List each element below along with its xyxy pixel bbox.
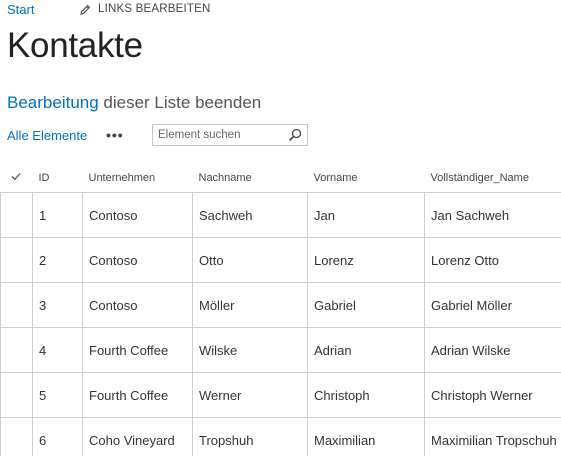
cell-id[interactable]: 1 <box>32 192 83 238</box>
column-header-vorname[interactable]: Vorname <box>307 163 425 193</box>
page: Start LINKS BEARBEITEN Kontakte Bearbeit… <box>0 0 561 456</box>
checkmark-icon <box>11 172 20 180</box>
pencil-icon <box>80 4 91 15</box>
cell-id[interactable]: 3 <box>32 282 83 328</box>
cell-id[interactable]: 2 <box>32 237 83 283</box>
cell-unternehmen[interactable]: Contoso <box>82 237 193 283</box>
cell-vollstaendiger-name[interactable]: Gabriel Möller <box>424 282 561 328</box>
cell-nachname[interactable]: Wilske <box>192 327 308 373</box>
column-header-id[interactable]: ID <box>32 163 83 193</box>
search-box <box>152 124 308 146</box>
table-row[interactable]: 5 Fourth Coffee Werner Christoph Christo… <box>0 372 561 418</box>
row-select-cell[interactable] <box>0 192 33 238</box>
row-select-cell[interactable] <box>0 327 33 373</box>
cell-vorname[interactable]: Gabriel <box>307 282 425 328</box>
search-icon[interactable] <box>288 128 302 142</box>
cell-nachname[interactable]: Tropshuh <box>192 417 308 456</box>
cell-vollstaendiger-name[interactable]: Jan Sachweh <box>424 192 561 238</box>
cell-id[interactable]: 6 <box>32 417 83 456</box>
cell-vorname[interactable]: Adrian <box>307 327 425 373</box>
cell-vollstaendiger-name[interactable]: Maximilian Tropschuh <box>424 417 561 456</box>
row-select-cell[interactable] <box>0 237 33 283</box>
cell-vollstaendiger-name[interactable]: Lorenz Otto <box>424 237 561 283</box>
column-header-unternehmen[interactable]: Unternehmen <box>82 163 193 193</box>
stop-editing-message: Bearbeitung dieser Liste beenden <box>7 93 261 113</box>
cell-nachname[interactable]: Werner <box>192 372 308 418</box>
table-row[interactable]: 3 Contoso Möller Gabriel Gabriel Möller <box>0 282 561 328</box>
breadcrumb-start-link[interactable]: Start <box>7 2 34 17</box>
row-select-cell[interactable] <box>0 417 33 456</box>
view-selector-all-items[interactable]: Alle Elemente <box>7 128 87 143</box>
table-header-row: ID Unternehmen Nachname Vorname Vollstän… <box>0 163 561 193</box>
cell-vollstaendiger-name[interactable]: Adrian Wilske <box>424 327 561 373</box>
column-header-nachname[interactable]: Nachname <box>192 163 308 193</box>
cell-nachname[interactable]: Möller <box>192 282 308 328</box>
cell-vollstaendiger-name[interactable]: Christoph Werner <box>424 372 561 418</box>
cell-vorname[interactable]: Lorenz <box>307 237 425 283</box>
page-title: Kontakte <box>7 26 143 65</box>
select-all-header[interactable] <box>0 163 33 193</box>
contacts-table: ID Unternehmen Nachname Vorname Vollstän… <box>0 163 561 456</box>
table-row[interactable]: 4 Fourth Coffee Wilske Adrian Adrian Wil… <box>0 327 561 373</box>
stop-editing-text: dieser Liste beenden <box>98 93 262 112</box>
cell-id[interactable]: 5 <box>32 372 83 418</box>
cell-vorname[interactable]: Jan <box>307 192 425 238</box>
edit-links-label: LINKS BEARBEITEN <box>98 3 211 15</box>
cell-unternehmen[interactable]: Fourth Coffee <box>82 372 193 418</box>
cell-unternehmen[interactable]: Contoso <box>82 282 193 328</box>
table-row[interactable]: 1 Contoso Sachweh Jan Jan Sachweh <box>0 192 561 238</box>
more-views-button[interactable]: ••• <box>106 127 124 143</box>
table-row[interactable]: 2 Contoso Otto Lorenz Lorenz Otto <box>0 237 561 283</box>
table-row[interactable]: 6 Coho Vineyard Tropshuh Maximilian Maxi… <box>0 417 561 456</box>
column-header-vollstaendiger-name[interactable]: Vollständiger_Name <box>424 163 561 193</box>
edit-links-button[interactable]: LINKS BEARBEITEN <box>80 3 210 15</box>
row-select-cell[interactable] <box>0 372 33 418</box>
cell-nachname[interactable]: Otto <box>192 237 308 283</box>
cell-unternehmen[interactable]: Contoso <box>82 192 193 238</box>
cell-vorname[interactable]: Maximilian <box>307 417 425 456</box>
cell-unternehmen[interactable]: Fourth Coffee <box>82 327 193 373</box>
cell-vorname[interactable]: Christoph <box>307 372 425 418</box>
row-select-cell[interactable] <box>0 282 33 328</box>
stop-editing-link[interactable]: Bearbeitung <box>7 93 99 112</box>
cell-unternehmen[interactable]: Coho Vineyard <box>82 417 193 456</box>
cell-id[interactable]: 4 <box>32 327 83 373</box>
cell-nachname[interactable]: Sachweh <box>192 192 308 238</box>
search-input[interactable] <box>153 125 288 145</box>
